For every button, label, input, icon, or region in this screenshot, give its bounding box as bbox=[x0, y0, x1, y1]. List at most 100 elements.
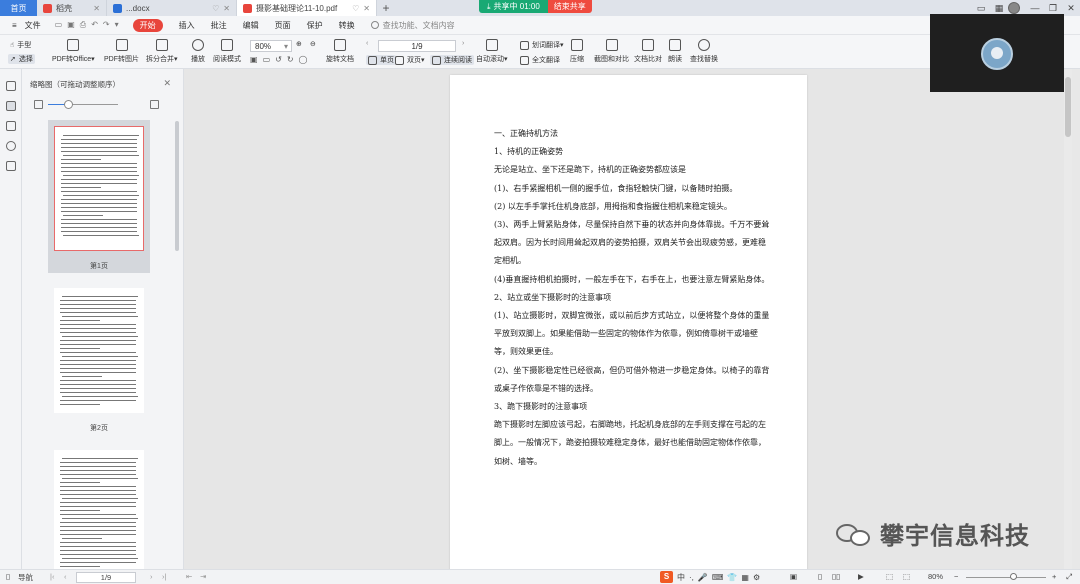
pdf-to-office-button[interactable]: PDF转Office▾ bbox=[52, 39, 95, 64]
nav-label[interactable]: 导航 bbox=[18, 572, 33, 583]
zoom-out-icon[interactable]: − bbox=[954, 572, 958, 581]
read-mode-button[interactable]: 阅读模式 bbox=[213, 39, 241, 64]
play-button[interactable]: 播放 bbox=[191, 39, 205, 64]
word-translate-button[interactable]: 划词翻译▾ bbox=[520, 40, 564, 50]
play-icon[interactable]: ▶ bbox=[858, 572, 864, 581]
nav-icon[interactable]: ▯ bbox=[6, 572, 10, 581]
forward-icon[interactable]: ⇥ bbox=[200, 572, 206, 581]
ime-language[interactable]: 中 bbox=[677, 572, 685, 583]
menu-protect[interactable]: 保护 bbox=[307, 20, 323, 31]
first-page-icon[interactable]: |‹ bbox=[50, 572, 54, 581]
zoom-slider-handle[interactable] bbox=[1010, 573, 1017, 580]
search-box[interactable]: 查找功能、文档内容 bbox=[370, 20, 455, 31]
sogou-ime-icon[interactable]: S bbox=[660, 571, 673, 583]
single-view-icon[interactable]: ▯ bbox=[818, 572, 822, 581]
user-avatar[interactable] bbox=[1008, 2, 1026, 14]
menu-page[interactable]: 页面 bbox=[275, 20, 291, 31]
zoom-select[interactable]: 80% ▾ bbox=[250, 40, 292, 52]
tab-home[interactable]: 首页 bbox=[0, 0, 37, 16]
menu-icon[interactable]: ≡ bbox=[12, 21, 17, 30]
comment-icon[interactable] bbox=[6, 121, 16, 131]
thumbnail-page-3[interactable] bbox=[48, 444, 150, 569]
save-icon[interactable]: ▣ bbox=[67, 20, 75, 30]
thumbnail-scrollbar[interactable] bbox=[175, 121, 179, 251]
bookmark-icon[interactable] bbox=[6, 81, 16, 91]
single-page-button[interactable]: 单页 bbox=[366, 55, 396, 65]
auto-scroll-button[interactable]: 自动滚动▾ bbox=[476, 39, 508, 64]
open-folder-icon[interactable]: ▭ bbox=[55, 20, 63, 30]
close-icon[interactable]: ✕ bbox=[363, 4, 370, 13]
status-zoom-value[interactable]: 80% bbox=[928, 572, 943, 581]
thumbnail-size-slider[interactable] bbox=[34, 99, 164, 111]
search-input[interactable]: 查找功能、文档内容 bbox=[383, 20, 455, 31]
zoom-out-icon[interactable]: ⊖ bbox=[310, 40, 316, 48]
keyboard-icon[interactable]: ⌨ bbox=[712, 573, 724, 582]
maximize-button[interactable]: ❐ bbox=[1044, 3, 1062, 14]
read-aloud-button[interactable]: 朗读 bbox=[668, 39, 682, 64]
fit-width-icon[interactable]: ▭ bbox=[263, 55, 271, 64]
fit-width-icon[interactable]: ⬚ bbox=[886, 572, 893, 581]
hand-tool[interactable]: ☝ 手型 bbox=[10, 40, 31, 50]
rotate-right-icon[interactable]: ↻ bbox=[287, 55, 294, 64]
split-merge-button[interactable]: 拆分合并▾ bbox=[146, 39, 178, 64]
menu-annotate[interactable]: 批注 bbox=[211, 20, 227, 31]
back-icon[interactable]: ⇤ bbox=[186, 572, 192, 581]
zoom-in-icon[interactable]: ⊕ bbox=[296, 40, 302, 48]
scrollbar-thumb[interactable] bbox=[1065, 77, 1071, 137]
prev-page-icon[interactable]: ‹ bbox=[366, 40, 368, 47]
close-icon[interactable]: ✕ bbox=[93, 4, 100, 13]
lasso-icon[interactable]: ◯ bbox=[299, 55, 308, 64]
thumbnail-page-1[interactable]: 第1页 bbox=[48, 120, 150, 273]
menu-file[interactable]: 文件 bbox=[25, 20, 41, 31]
tools-icon[interactable]: ▦ bbox=[741, 573, 749, 582]
pin-icon[interactable]: ♡ bbox=[352, 4, 359, 13]
pdf-to-image-button[interactable]: PDF转图片 bbox=[104, 39, 139, 64]
thumbnail-icon[interactable] bbox=[6, 101, 16, 111]
pin-icon[interactable]: ♡ bbox=[212, 4, 219, 13]
next-page-icon[interactable]: › bbox=[462, 40, 464, 47]
close-panel-icon[interactable]: ✕ bbox=[163, 78, 171, 89]
thumbnail-page-2[interactable]: 第2页 bbox=[48, 282, 150, 435]
zoom-slider[interactable] bbox=[966, 577, 1046, 578]
punctuation-icon[interactable]: ·, bbox=[689, 573, 694, 582]
fit-page-icon[interactable]: ▣ bbox=[250, 55, 258, 64]
window-layout-icon[interactable]: ▭ bbox=[972, 3, 990, 14]
text-compare-button[interactable]: 文档比对 bbox=[634, 39, 662, 64]
rotate-doc-button[interactable]: 旋转文档 bbox=[326, 39, 354, 64]
find-replace-button[interactable]: 查找替换 bbox=[690, 39, 718, 64]
status-page-input[interactable]: 1/9 bbox=[76, 572, 136, 583]
stamp-icon[interactable] bbox=[6, 161, 16, 171]
attachment-icon[interactable] bbox=[6, 141, 16, 151]
tab-pdf[interactable]: 摄影基础理论11-10.pdf ♡ ✕ bbox=[237, 0, 377, 16]
document-scrollbar[interactable] bbox=[1064, 69, 1072, 569]
slider-handle[interactable] bbox=[64, 100, 73, 109]
settings-icon[interactable]: ⚙ bbox=[753, 573, 760, 582]
end-share-button[interactable]: 结束共享 bbox=[547, 0, 592, 13]
fullscreen-icon[interactable]: ⤢ bbox=[1066, 572, 1072, 582]
fit-page-icon[interactable]: ▣ bbox=[790, 572, 797, 581]
next-page-icon[interactable]: › bbox=[150, 572, 153, 581]
screenshot-compare-button[interactable]: 截图和对比 bbox=[594, 39, 629, 64]
close-icon[interactable]: ✕ bbox=[223, 4, 230, 13]
menu-insert[interactable]: 插入 bbox=[179, 20, 195, 31]
fit-window-icon[interactable]: ⬚ bbox=[903, 572, 910, 581]
page-input[interactable]: 1/9 bbox=[378, 40, 456, 52]
microphone-icon[interactable]: 🎤 bbox=[698, 573, 708, 582]
full-translate-button[interactable]: 全文翻译 bbox=[520, 55, 560, 65]
dropdown-icon[interactable]: ▾ bbox=[115, 20, 119, 30]
menu-home[interactable]: 开始 bbox=[132, 18, 163, 32]
zoom-in-icon[interactable]: + bbox=[1052, 572, 1056, 581]
prev-page-icon[interactable]: ‹ bbox=[64, 572, 67, 581]
skin-icon[interactable]: 👕 bbox=[727, 573, 737, 582]
double-page-button[interactable]: 双页▾ bbox=[395, 55, 425, 65]
tab-docx[interactable]: ...docx ♡ ✕ bbox=[107, 0, 237, 16]
grid-icon[interactable]: ▦ bbox=[990, 3, 1008, 14]
tab-docer[interactable]: 稻壳 ✕ bbox=[37, 0, 107, 16]
last-page-icon[interactable]: ›| bbox=[162, 572, 166, 581]
select-tool[interactable]: ➚ 选择 bbox=[8, 54, 35, 64]
menu-convert[interactable]: 转换 bbox=[339, 20, 355, 31]
minimize-button[interactable]: — bbox=[1026, 3, 1044, 13]
new-tab-button[interactable]: + bbox=[377, 0, 395, 16]
rotate-left-icon[interactable]: ↺ bbox=[275, 55, 282, 64]
redo-icon[interactable]: ↷ bbox=[103, 20, 110, 30]
